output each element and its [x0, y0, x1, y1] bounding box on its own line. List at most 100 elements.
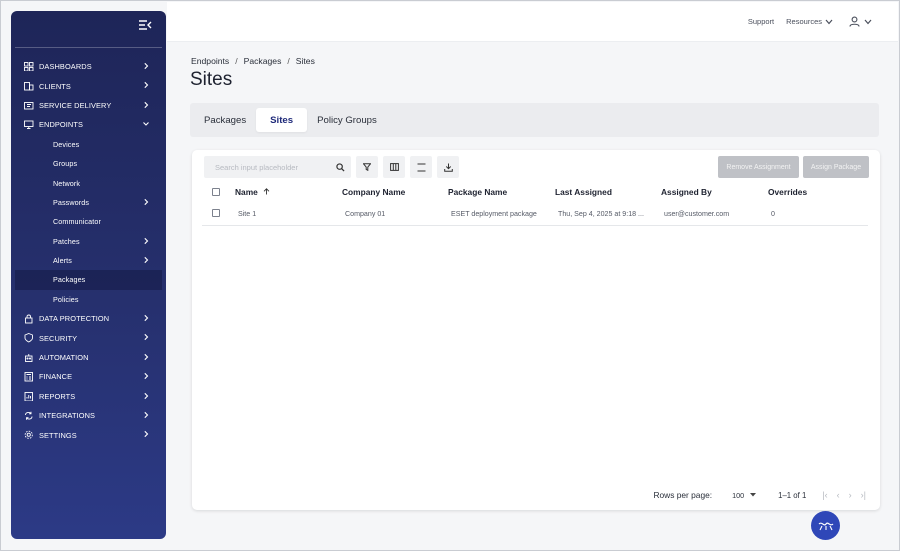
- filter-button[interactable]: [356, 156, 378, 178]
- grid-icon: [24, 61, 34, 72]
- sidebar-item-service-delivery[interactable]: SERVICE DELIVERY: [15, 96, 162, 115]
- chevron-right-icon: [144, 353, 149, 360]
- density-button[interactable]: [410, 156, 432, 178]
- chevron-right-icon: [144, 256, 149, 263]
- columns-button[interactable]: [383, 156, 405, 178]
- cell-assigned-by: user@customer.com: [664, 209, 730, 218]
- chevron-right-icon: [144, 373, 149, 380]
- sidebar-item-label: Patches: [53, 236, 80, 246]
- chevron-right-icon: [144, 198, 149, 205]
- tab-packages[interactable]: Packages: [194, 108, 256, 132]
- row-checkbox[interactable]: [212, 209, 220, 217]
- assign-package-button[interactable]: Assign Package: [803, 156, 869, 178]
- sites-table: Name Company Name Package Name Last Assi…: [202, 182, 868, 226]
- support-link[interactable]: Support: [748, 17, 774, 26]
- breadcrumb-endpoints[interactable]: Endpoints: [191, 56, 229, 66]
- export-button[interactable]: [437, 156, 459, 178]
- rows-per-page-value: 100: [732, 490, 745, 500]
- table-header: Name Company Name Package Name Last Assi…: [202, 182, 868, 202]
- sidebar-item-settings[interactable]: SETTINGS: [15, 425, 162, 444]
- table-row[interactable]: Site 1 Company 01 ESET deployment packag…: [202, 202, 868, 226]
- search-icon[interactable]: [336, 163, 345, 172]
- sidebar-item-automation[interactable]: AUTOMATION: [15, 348, 162, 367]
- sidebar-item-alerts[interactable]: Alerts: [15, 251, 162, 270]
- report-icon: [24, 391, 34, 402]
- breadcrumb: Endpoints / Packages / Sites: [191, 56, 315, 66]
- remove-assignment-button[interactable]: Remove Assignment: [718, 156, 799, 178]
- chevron-right-icon: [144, 314, 149, 322]
- chevron-down-icon: [825, 19, 833, 24]
- building-icon: [24, 81, 34, 91]
- sidebar-item-policies[interactable]: Policies: [15, 290, 162, 309]
- first-page-icon[interactable]: |‹: [822, 490, 827, 500]
- column-header-company-name[interactable]: Company Name: [342, 187, 405, 197]
- cell-overrides: 0: [771, 209, 775, 218]
- sidebar-item-endpoints[interactable]: ENDPOINTS: [15, 115, 162, 134]
- sites-table-card: Remove Assignment Assign Package Name Co…: [192, 150, 880, 510]
- cell-company-name: Company 01: [345, 209, 386, 218]
- tab-policy-groups[interactable]: Policy Groups: [307, 108, 387, 132]
- chevron-down-icon: [864, 19, 872, 24]
- last-page-icon[interactable]: ›|: [861, 490, 866, 500]
- robot-icon: [24, 353, 34, 363]
- sidebar-item-patches[interactable]: Patches: [15, 232, 162, 251]
- column-header-name[interactable]: Name: [235, 187, 270, 197]
- sidebar-item-data-protection[interactable]: DATA PROTECTION: [15, 309, 162, 328]
- sort-ascending-icon: [263, 188, 270, 195]
- sidebar-item-communicator[interactable]: Communicator: [15, 212, 162, 231]
- next-page-icon[interactable]: ›: [849, 490, 852, 500]
- collapse-sidebar-icon[interactable]: [138, 19, 152, 31]
- chevron-right-icon: [144, 411, 149, 419]
- sidebar-item-label: Devices: [53, 139, 80, 149]
- tab-bar: Packages Sites Policy Groups: [190, 103, 879, 137]
- sidebar-item-label: Groups: [53, 159, 78, 169]
- sidebar-item-label: Network: [53, 178, 81, 188]
- sidebar-item-network[interactable]: Network: [15, 173, 162, 192]
- sidebar-nav: DASHBOARDS CLIENTS SERVICE DELIVERY ENDPOIN…: [15, 57, 162, 445]
- sidebar-item-clients[interactable]: CLIENTS: [15, 76, 162, 95]
- calculator-icon: [24, 372, 34, 382]
- caret-down-icon: [750, 493, 757, 497]
- sidebar-item-reports[interactable]: REPORTS: [15, 387, 162, 406]
- rows-per-page-select[interactable]: 100: [732, 490, 757, 500]
- filter-icon: [363, 163, 371, 171]
- column-header-overrides[interactable]: Overrides: [768, 187, 807, 197]
- chevron-right-icon: [144, 392, 149, 399]
- sidebar-item-label: Communicator: [53, 217, 101, 227]
- breadcrumb-packages[interactable]: Packages: [244, 56, 282, 66]
- pagination-range: 1–1 of 1: [778, 490, 807, 500]
- sidebar-item-label: Packages: [53, 275, 86, 285]
- sidebar-item-packages[interactable]: Packages: [15, 270, 162, 290]
- main-content: Endpoints / Packages / Sites Sites Packa…: [167, 42, 899, 550]
- chevron-down-icon: [143, 122, 149, 126]
- sidebar-item-finance[interactable]: FINANCE: [15, 367, 162, 386]
- page-title: Sites: [190, 69, 233, 90]
- column-header-assigned-by[interactable]: Assigned By: [661, 187, 712, 197]
- search-input[interactable]: [204, 156, 351, 178]
- rows-per-page-label: Rows per page:: [653, 490, 713, 500]
- resources-label: Resources: [786, 17, 822, 26]
- sidebar-item-integrations[interactable]: INTEGRATIONS: [15, 406, 162, 425]
- sidebar-item-dashboards[interactable]: DASHBOARDS: [15, 57, 162, 76]
- previous-page-icon[interactable]: ‹: [837, 490, 840, 500]
- resources-menu[interactable]: Resources: [786, 17, 833, 26]
- column-header-package-name[interactable]: Package Name: [448, 187, 507, 197]
- cell-last-assigned: Thu, Sep 4, 2025 at 9:18 ...: [558, 209, 644, 218]
- columns-icon: [389, 163, 399, 171]
- sidebar-divider: [15, 47, 162, 48]
- breadcrumb-separator: /: [287, 56, 290, 66]
- chevron-right-icon: [144, 237, 149, 244]
- select-all-checkbox[interactable]: [212, 188, 220, 196]
- cell-name: Site 1: [238, 209, 257, 218]
- sidebar-item-security[interactable]: SECURITY: [15, 328, 162, 347]
- assistant-fab-button[interactable]: [811, 511, 840, 540]
- sidebar-item-devices[interactable]: Devices: [15, 135, 162, 154]
- lock-icon: [24, 314, 34, 324]
- sidebar-item-groups[interactable]: Groups: [15, 154, 162, 173]
- monitor-icon: [24, 120, 34, 130]
- chevron-right-icon: [144, 62, 149, 70]
- sidebar-item-passwords[interactable]: Passwords: [15, 193, 162, 212]
- user-menu[interactable]: [849, 16, 872, 27]
- tab-sites[interactable]: Sites: [256, 108, 308, 132]
- column-header-last-assigned[interactable]: Last Assigned: [555, 187, 612, 197]
